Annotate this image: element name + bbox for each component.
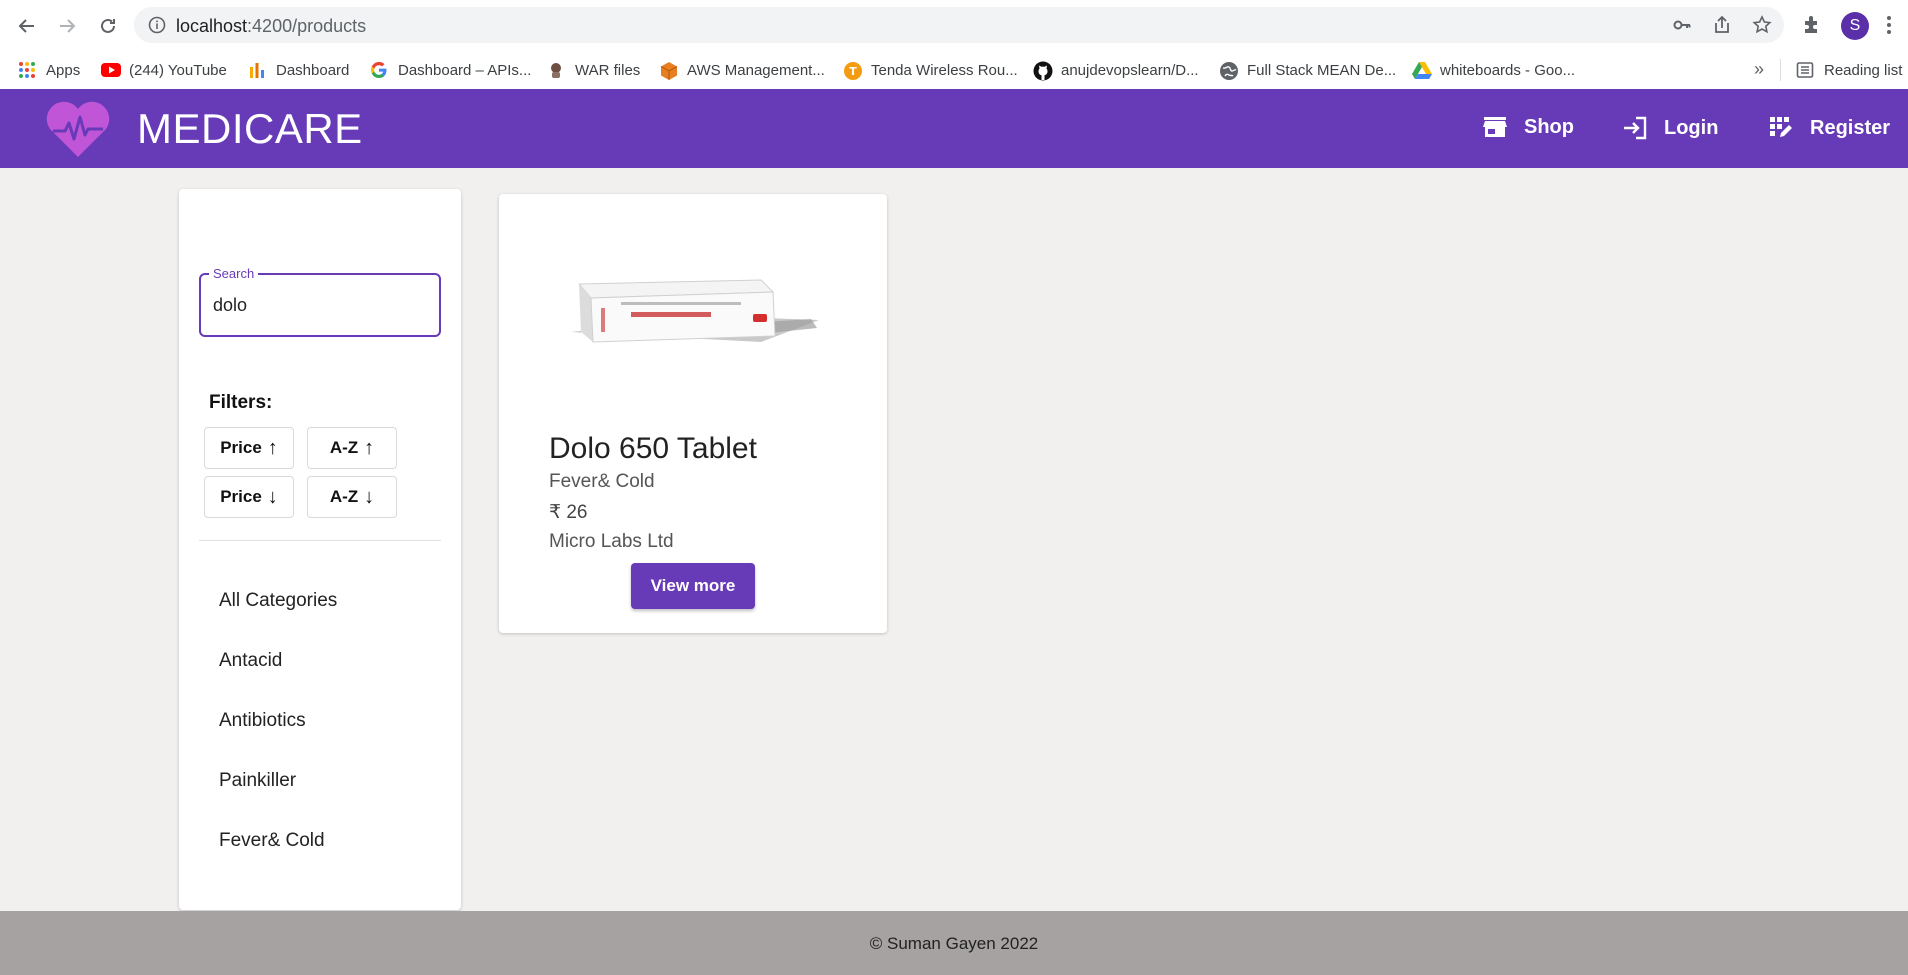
bookmark-label: whiteboards - Goo... (1440, 61, 1576, 79)
bookmark-aws[interactable]: AWS Management... (659, 57, 825, 83)
reading-list-button[interactable]: Reading list (1796, 57, 1902, 83)
bookmark-label: Dashboard – APIs... (398, 61, 532, 79)
category-painkiller[interactable]: Painkiller (219, 770, 296, 792)
bookmark-star-icon[interactable] (1752, 15, 1772, 35)
reading-list-label: Reading list (1824, 61, 1903, 79)
bookmark-label: Apps (46, 61, 81, 79)
nav-shop[interactable]: Shop (1482, 115, 1574, 139)
url-path: :4200/products (247, 16, 367, 36)
nav-login[interactable]: Login (1622, 115, 1718, 141)
sort-button-label: Price (220, 487, 262, 506)
forward-icon[interactable] (53, 12, 81, 40)
url-text: localhost:4200/products (176, 16, 366, 37)
url-host: localhost (176, 16, 248, 36)
login-icon (1622, 115, 1648, 141)
nav-register-label: Register (1810, 116, 1891, 139)
bookmark-label: WAR files (575, 61, 641, 79)
bookmark-whiteboards[interactable]: whiteboards - Goo... (1412, 57, 1575, 83)
sort-price-desc-button[interactable]: Price ↓ (204, 476, 294, 518)
bookmark-dashboard[interactable]: Dashboard (248, 57, 349, 83)
register-icon (1768, 115, 1794, 141)
product-price: ₹ 26 (549, 502, 588, 523)
sidebar-divider (199, 540, 441, 541)
category-antibiotics[interactable]: Antibiotics (219, 710, 306, 732)
heart-pulse-logo-icon[interactable] (43, 99, 113, 164)
sort-price-asc-button[interactable]: Price ↑ (204, 427, 294, 469)
view-more-button[interactable]: View more (631, 563, 755, 609)
nav-register[interactable]: Register (1768, 115, 1890, 141)
arrow-up-icon: ↑ (364, 436, 375, 459)
key-icon[interactable] (1672, 15, 1692, 35)
product-name[interactable]: Dolo 650 Tablet (549, 432, 757, 466)
google-drive-icon (1412, 61, 1432, 79)
github-icon (1033, 61, 1053, 81)
browser-toolbar: localhost:4200/products S (0, 0, 1908, 51)
sort-az-asc-button[interactable]: A-Z ↑ (307, 427, 397, 469)
bookmark-label: (244) YouTube (129, 61, 227, 79)
dashboard-icon (248, 61, 266, 79)
sort-button-label: A-Z (329, 438, 359, 457)
menu-kebab-icon[interactable] (1886, 14, 1892, 41)
war-files-icon (547, 61, 565, 79)
bookmark-label: Full Stack MEAN De... (1247, 61, 1397, 79)
store-icon (1482, 115, 1508, 139)
nav-login-label: Login (1664, 116, 1719, 139)
youtube-icon (101, 61, 121, 79)
search-field[interactable]: Search (199, 266, 441, 337)
footer-copyright: © Suman Gayen 2022 (869, 934, 1039, 953)
app-header: MEDICARE Shop Login Register (0, 89, 1908, 168)
back-icon[interactable] (13, 12, 41, 40)
filter-sidebar: Search Filters: Price↑ A-Z↑ Price↓ A-Z↓ … (179, 189, 461, 910)
arrow-down-icon: ↓ (364, 485, 375, 508)
reading-list-icon (1796, 61, 1814, 79)
bookmark-label: Tenda Wireless Rou... (871, 61, 1018, 79)
profile-avatar[interactable]: S (1841, 12, 1869, 40)
product-card: Dolo 650 Tablet Fever& Cold ₹ 26 Micro L… (499, 194, 887, 633)
svg-text:T: T (849, 65, 857, 78)
sort-az-desc-button[interactable]: A-Z ↓ (307, 476, 397, 518)
product-category: Fever& Cold (549, 471, 655, 492)
sort-button-label: A-Z (329, 487, 359, 506)
search-label: Search (209, 266, 259, 281)
more-bookmarks-chevron[interactable]: » (1754, 59, 1764, 80)
extensions-icon[interactable] (1801, 14, 1823, 41)
google-icon (370, 61, 388, 79)
aws-icon (659, 61, 678, 80)
product-manufacturer: Micro Labs Ltd (549, 531, 674, 552)
category-fever-cold[interactable]: Fever& Cold (219, 830, 325, 852)
arrow-up-icon: ↑ (267, 436, 278, 459)
apps-grid-icon (18, 61, 36, 79)
bookmark-label: AWS Management... (687, 61, 825, 79)
search-input[interactable] (211, 291, 425, 319)
nav-shop-label: Shop (1524, 115, 1574, 138)
bookmark-youtube[interactable]: (244) YouTube (101, 57, 227, 83)
bookmark-github[interactable]: anujdevopslearn/D... (1033, 57, 1199, 83)
arrow-down-icon: ↓ (267, 485, 278, 508)
address-bar[interactable]: localhost:4200/products (134, 7, 1784, 43)
bookmark-tenda[interactable]: T Tenda Wireless Rou... (843, 57, 1018, 83)
filters-title: Filters: (209, 392, 273, 413)
category-antacid[interactable]: Antacid (219, 650, 282, 672)
bookmarks-bar: Apps (244) YouTube Dashboard Dashboard –… (0, 51, 1908, 90)
bookmarks-separator (1780, 59, 1781, 81)
bookmark-apps[interactable]: Apps (18, 57, 80, 83)
brand-title[interactable]: MEDICARE (137, 105, 363, 153)
bookmark-dashboard-apis[interactable]: Dashboard – APIs... (370, 57, 531, 83)
bookmark-label: anujdevopslearn/D... (1061, 61, 1199, 79)
sort-button-label: Price (220, 438, 262, 457)
bookmark-label: Dashboard (276, 61, 350, 79)
tenda-icon: T (843, 61, 862, 80)
site-info-icon[interactable] (148, 16, 166, 39)
share-icon[interactable] (1712, 15, 1732, 35)
product-image[interactable] (561, 272, 821, 352)
globe-icon (1219, 61, 1238, 80)
bookmark-full-stack[interactable]: Full Stack MEAN De... (1219, 57, 1396, 83)
reload-icon[interactable] (94, 12, 122, 40)
footer: © Suman Gayen 2022 (0, 911, 1908, 975)
bookmark-war-files[interactable]: WAR files (547, 57, 640, 83)
category-all[interactable]: All Categories (219, 590, 337, 612)
